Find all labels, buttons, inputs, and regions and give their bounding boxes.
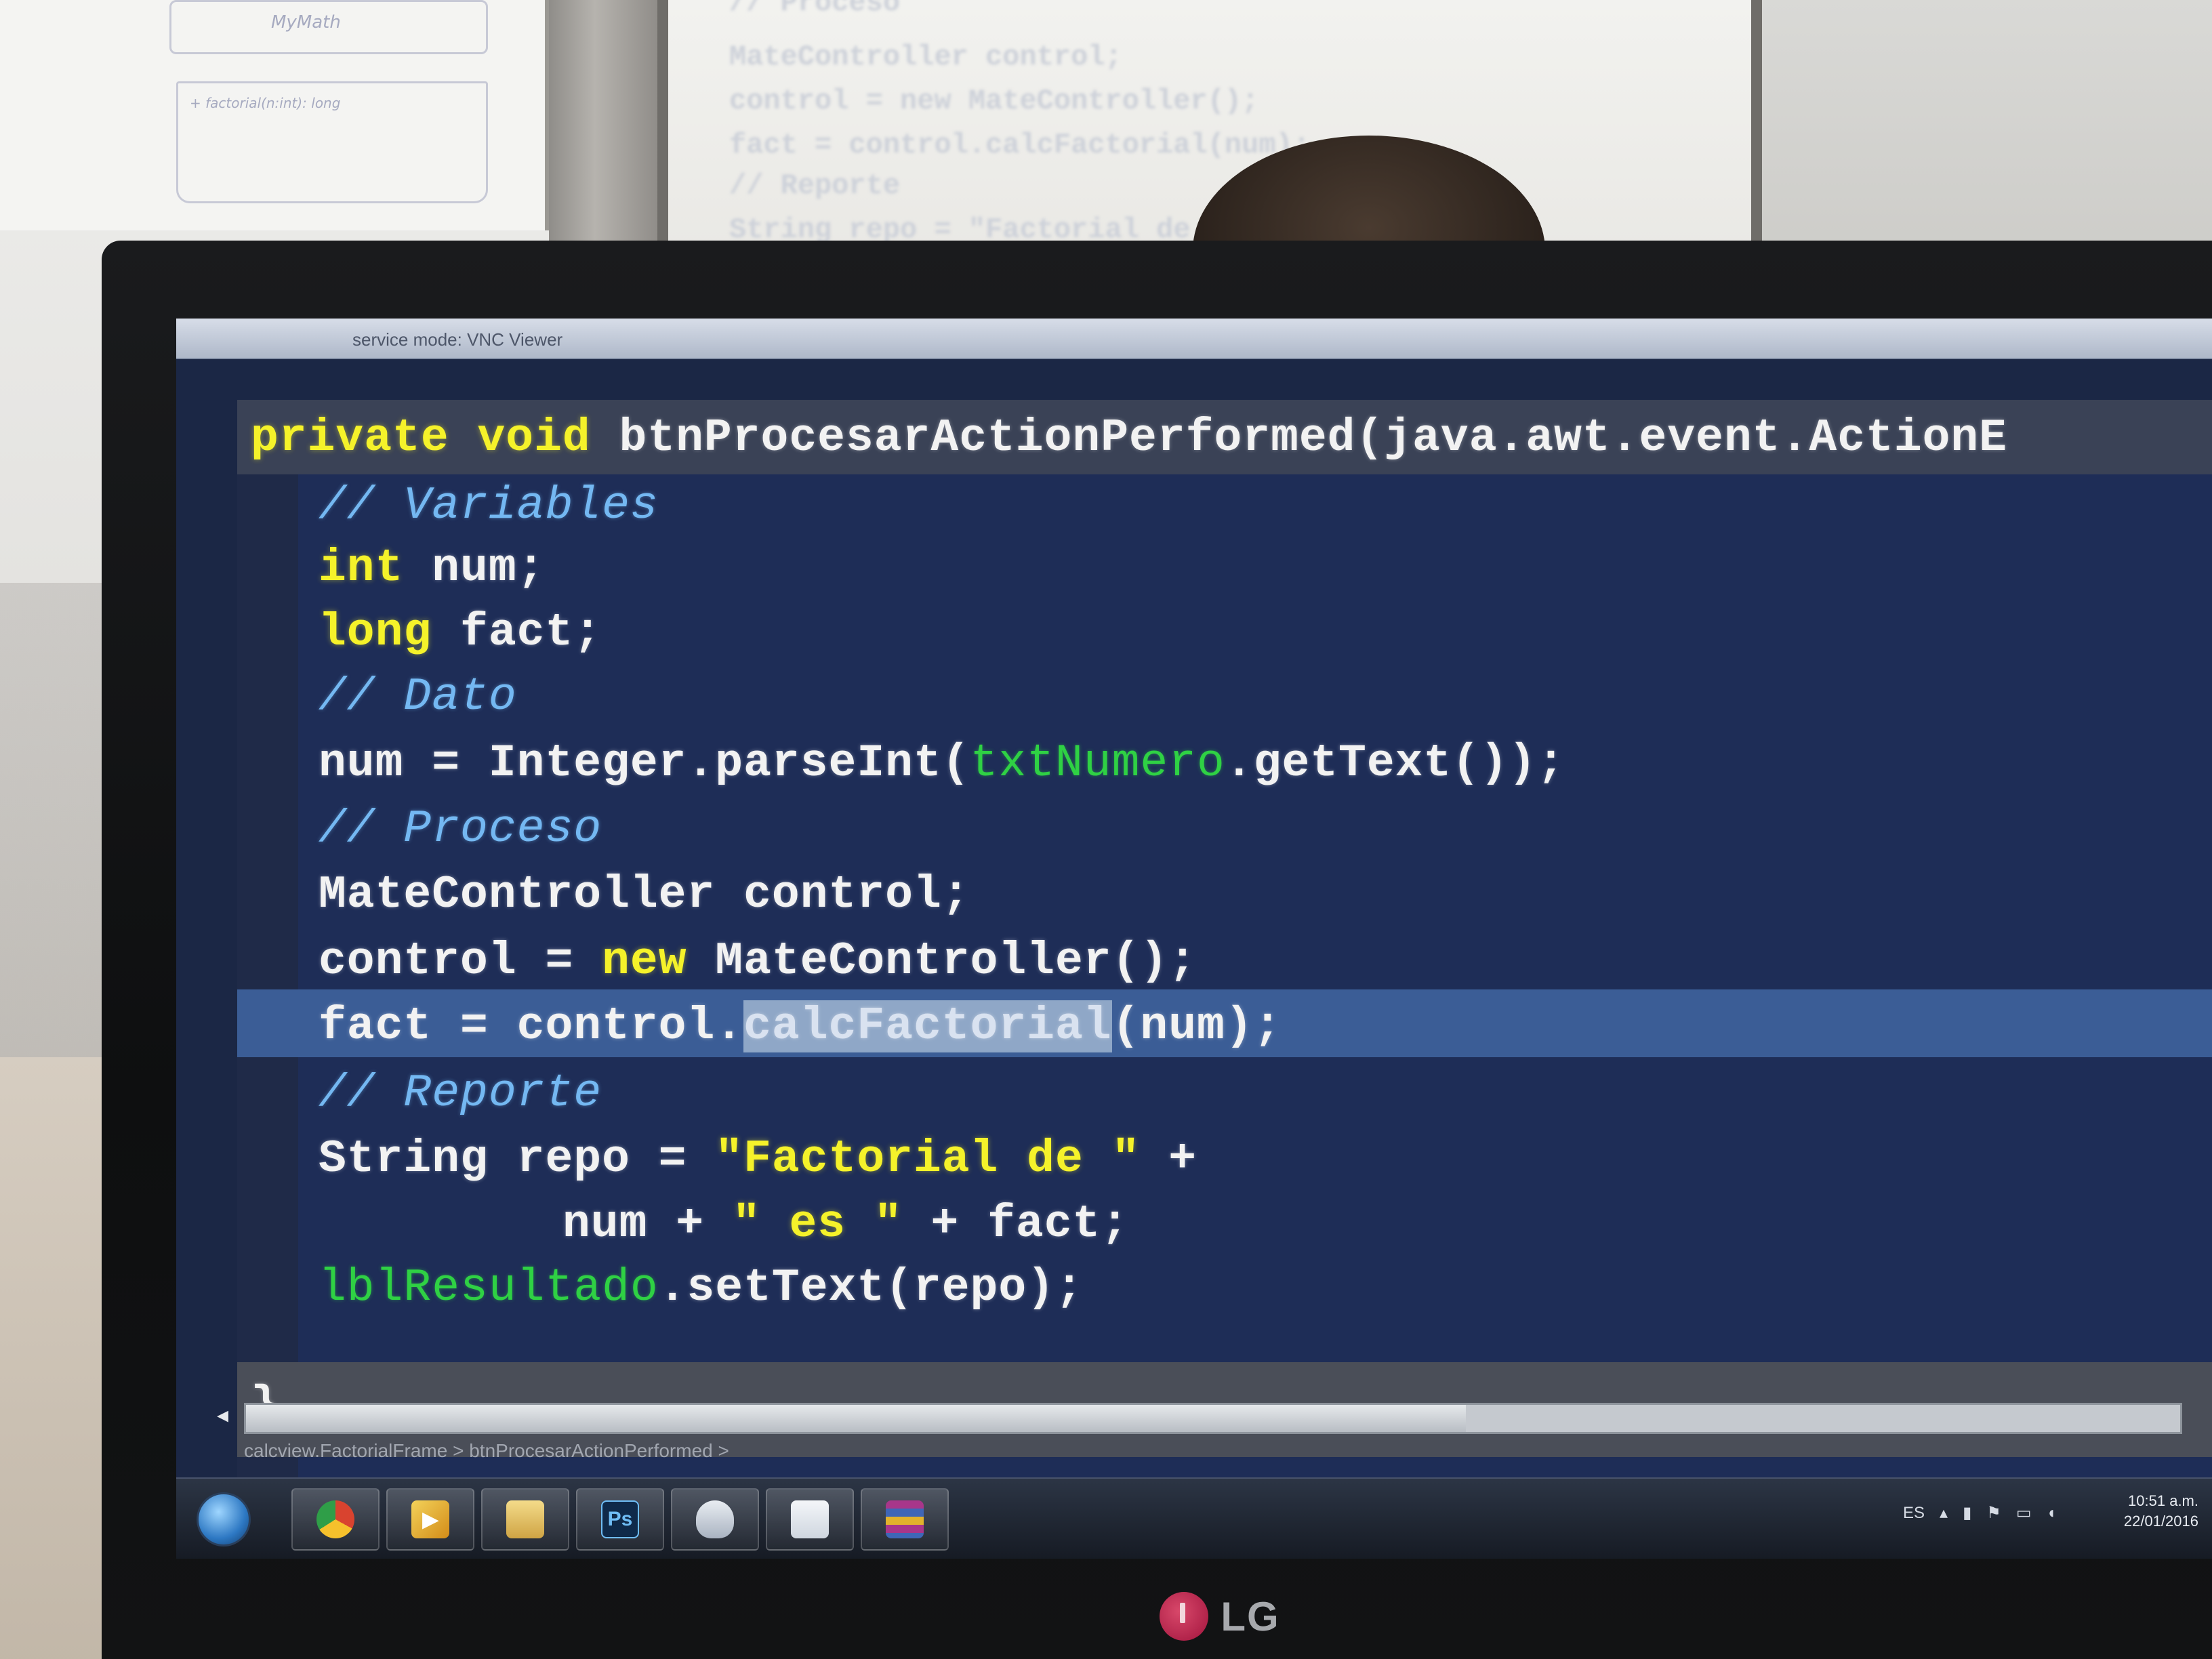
code-line-string-repo[interactable]: String repo = "Factorial de " + [319, 1133, 1197, 1185]
photoshop-icon: Ps [601, 1500, 639, 1538]
horizontal-scrollbar-thumb[interactable] [246, 1405, 1466, 1432]
taskbar-app-media-player[interactable]: ▶ [386, 1488, 474, 1551]
tray-expand-icon[interactable]: ▴ [1940, 1503, 1948, 1523]
new-suffix: MateController(); [687, 935, 1197, 987]
language-indicator[interactable]: ES [1903, 1504, 1925, 1523]
keyword-int: int [319, 542, 404, 594]
controller-decl: MateController control; [319, 869, 970, 921]
taskbar-app-photoshop[interactable]: Ps [576, 1488, 664, 1551]
editor-breadcrumb[interactable]: calcview.FactorialFrame > btnProcesarAct… [244, 1440, 729, 1467]
code-line-settext[interactable]: lblResultado.setText(repo); [319, 1262, 1084, 1314]
code-line-long-decl[interactable]: long fact; [319, 607, 602, 659]
field-txtnumero: txtNumero [970, 737, 1225, 790]
editor-gutter [237, 400, 298, 1511]
taskbar-clock[interactable]: 10:51 a.m. 22/01/2016 [2124, 1491, 2198, 1532]
code-editor[interactable]: private void btnProcesarActionPerformed(… [237, 400, 2212, 1511]
winrar-icon [886, 1500, 924, 1538]
media-player-icon: ▶ [411, 1500, 449, 1538]
code-line-comment[interactable]: // Proceso [319, 803, 602, 855]
comment-variables: // Variables [319, 480, 659, 532]
start-button-icon[interactable] [197, 1492, 251, 1547]
var-fact-decl: fact; [432, 607, 602, 659]
vnc-window-title: service mode: VNC Viewer [352, 329, 563, 350]
taskbar-app-chrome[interactable] [291, 1488, 380, 1551]
horizontal-scrollbar[interactable] [244, 1403, 2182, 1434]
code-line-comment[interactable]: // Reporte [319, 1067, 602, 1120]
method-signature: btnProcesarActionPerformed(java.awt.even… [619, 412, 2008, 464]
window-icon [791, 1500, 829, 1538]
keyword-private: private [251, 412, 449, 464]
whiteboard-class-name: MyMath [271, 12, 341, 33]
chrome-icon [316, 1500, 354, 1538]
monitor-screen: service mode: VNC Viewer private void bt… [176, 319, 2212, 1559]
keyword-new: new [602, 935, 687, 987]
system-tray: ES ▴ ▮ ⚑ ▭ ◖ [1903, 1503, 2056, 1523]
shield-app-icon [696, 1500, 734, 1538]
field-lblresultado: lblResultado [319, 1262, 659, 1314]
volume-icon[interactable]: ◖ [2047, 1504, 2057, 1523]
projector-line: fact = control.calcFactorial(num); [729, 129, 1310, 161]
projector-line: // Proceso [729, 0, 901, 19]
taskbar-app-winrar[interactable] [861, 1488, 949, 1551]
keyword-long: long [319, 607, 432, 659]
parse-suffix: .getText()); [1225, 737, 1565, 790]
comment-reporte: // Reporte [319, 1067, 602, 1120]
selected-word-calcfactorial[interactable]: calcFactorial [743, 1000, 1112, 1052]
repo-suffix: + [1140, 1133, 1197, 1185]
code-line-comment[interactable]: // Dato [319, 671, 517, 723]
code-line-controller-decl[interactable]: MateController control; [319, 869, 970, 921]
new-prefix: control = [319, 935, 602, 987]
taskbar-app-blank[interactable] [766, 1488, 854, 1551]
flag-icon[interactable]: ⚑ [1986, 1503, 2001, 1523]
monitor-brand-logo: LG [1098, 1586, 1342, 1647]
fact-suffix: (num); [1111, 1000, 1282, 1052]
whiteboard: MyMath + factorial(n:int): long [0, 0, 549, 230]
var-num-decl: num; [403, 542, 546, 594]
comment-dato: // Dato [319, 671, 517, 723]
brand-text: LG [1221, 1593, 1280, 1639]
string-es: " es " [732, 1198, 903, 1250]
parse-prefix: num = Integer.parseInt( [319, 737, 970, 790]
taskbar-app-folder[interactable] [481, 1488, 569, 1551]
projector-line: control = new MateController(); [729, 85, 1259, 117]
vnc-titlebar[interactable]: service mode: VNC Viewer [176, 319, 2212, 359]
code-line-int-decl[interactable]: int num; [319, 542, 545, 594]
display-icon[interactable]: ▭ [2016, 1503, 2032, 1523]
code-line-calc-factorial[interactable]: fact = control.calcFactorial(num); [319, 1000, 1282, 1052]
code-line-comment[interactable]: // Variables [319, 480, 659, 532]
concat-prefix: num + [562, 1198, 733, 1250]
string-factorial-de: "Factorial de " [715, 1133, 1141, 1185]
keyword-void: void [477, 412, 591, 464]
projector-line: // Reporte [729, 169, 901, 202]
code-line-method[interactable]: private void btnProcesarActionPerformed(… [251, 412, 2007, 464]
scroll-left-arrow-icon[interactable]: ◂ [217, 1401, 244, 1433]
windows-taskbar: ▶ Ps ES ▴ ▮ ⚑ ▭ ◖ 10:51 a.m. 22/01/2016 [176, 1477, 2212, 1559]
code-line-parse[interactable]: num = Integer.parseInt(txtNumero.getText… [319, 737, 1565, 790]
projector-line: MateController control; [729, 41, 1122, 73]
clock-time: 10:51 a.m. [2128, 1492, 2198, 1509]
code-line-new-controller[interactable]: control = new MateController(); [319, 935, 1197, 987]
comment-proceso: // Proceso [319, 803, 602, 855]
repo-prefix: String repo = [319, 1133, 716, 1185]
settext-suffix: .setText(repo); [658, 1262, 1084, 1314]
clock-date: 22/01/2016 [2123, 1513, 2198, 1530]
concat-suffix: + fact; [902, 1198, 1130, 1250]
lg-logo-icon [1160, 1592, 1209, 1641]
network-icon[interactable]: ▮ [1963, 1503, 1971, 1523]
fact-prefix: fact = control. [319, 1000, 744, 1052]
folder-icon [506, 1500, 544, 1538]
code-line-concat[interactable]: num + " es " + fact; [562, 1198, 1129, 1250]
whiteboard-method: + factorial(n:int): long [190, 95, 341, 111]
taskbar-app-shield[interactable] [671, 1488, 759, 1551]
